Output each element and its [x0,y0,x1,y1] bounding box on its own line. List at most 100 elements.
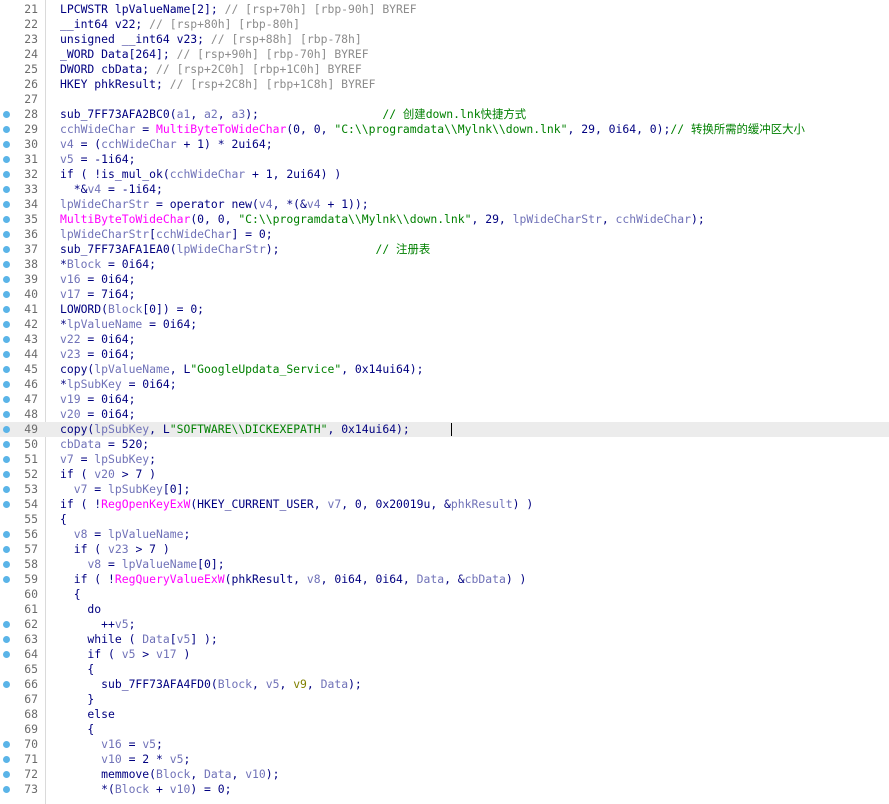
code-text[interactable]: v19 = 0i64; [60,392,135,407]
breakpoint-dot-icon[interactable] [3,456,10,463]
code-line-45[interactable]: 45 copy(lpValueName, L"GoogleUpdata_Servi… [0,362,889,377]
code-text[interactable]: do [60,602,101,617]
code-text[interactable]: *(Block + v10) = 0; [60,782,231,797]
breakpoint-dot-icon[interactable] [3,501,10,508]
code-line-71[interactable]: 71 v10 = 2 * v5; [0,752,889,767]
code-text[interactable]: v5 = -1i64; [60,152,135,167]
code-text[interactable]: v7 = lpSubKey[0]; [60,482,191,497]
code-text[interactable]: v8 = lpValueName[0]; [60,557,224,572]
code-text[interactable]: sub_7FF73AFA1EA0(lpWideCharStr); // 注册表 [60,242,430,257]
code-text[interactable]: LPCWSTR lpValueName[2]; // [rsp+70h] [rb… [60,2,417,17]
breakpoint-dot-icon[interactable] [3,471,10,478]
code-line-25[interactable]: 25 DWORD cbData; // [rsp+2C0h] [rbp+1C0h]… [0,62,889,77]
breakpoint-dot-icon[interactable] [3,756,10,763]
code-line-43[interactable]: 43 v22 = 0i64; [0,332,889,347]
code-line-53[interactable]: 53 v7 = lpSubKey[0]; [0,482,889,497]
code-line-42[interactable]: 42 *lpValueName = 0i64; [0,317,889,332]
breakpoint-dot-icon[interactable] [3,186,10,193]
code-text[interactable]: { [60,587,81,602]
code-line-23[interactable]: 23 unsigned __int64 v23; // [rsp+88h] [rb… [0,32,889,47]
breakpoint-dot-icon[interactable] [3,231,10,238]
code-text[interactable]: { [60,722,94,737]
code-text[interactable]: v23 = 0i64; [60,347,135,362]
code-text[interactable]: *lpValueName = 0i64; [60,317,197,332]
breakpoint-dot-icon[interactable] [3,771,10,778]
breakpoint-dot-icon[interactable] [3,651,10,658]
breakpoint-dot-icon[interactable] [3,381,10,388]
breakpoint-dot-icon[interactable] [3,246,10,253]
code-line-38[interactable]: 38 *Block = 0i64; [0,257,889,272]
code-line-26[interactable]: 26 HKEY phkResult; // [rsp+2C8h] [rbp+1C8… [0,77,889,92]
code-line-56[interactable]: 56 v8 = lpValueName; [0,527,889,542]
code-text[interactable]: { [60,662,94,677]
code-line-28[interactable]: 28 sub_7FF73AFA2BC0(a1, a2, a3); // 创建dow… [0,107,889,122]
code-line-66[interactable]: 66 sub_7FF73AFA4FD0(Block, v5, v9, Data)… [0,677,889,692]
code-line-41[interactable]: 41 LOWORD(Block[0]) = 0; [0,302,889,317]
code-text[interactable]: memmove(Block, Data, v10); [60,767,279,782]
code-line-40[interactable]: 40 v17 = 7i64; [0,287,889,302]
breakpoint-dot-icon[interactable] [3,351,10,358]
code-line-59[interactable]: 59 if ( !RegQueryValueExW(phkResult, v8,… [0,572,889,587]
breakpoint-dot-icon[interactable] [3,786,10,793]
code-text[interactable]: sub_7FF73AFA2BC0(a1, a2, a3); // 创建down.… [60,107,526,122]
code-text[interactable]: ++v5; [60,617,135,632]
code-line-57[interactable]: 57 if ( v23 > 7 ) [0,542,889,557]
code-line-30[interactable]: 30 v4 = (cchWideChar + 1) * 2ui64; [0,137,889,152]
code-text[interactable]: lpWideCharStr = operator new(v4, *(&v4 +… [60,197,369,212]
code-text[interactable]: v17 = 7i64; [60,287,135,302]
code-line-51[interactable]: 51 v7 = lpSubKey; [0,452,889,467]
code-text[interactable]: *&v4 = -1i64; [60,182,163,197]
code-line-52[interactable]: 52 if ( v20 > 7 ) [0,467,889,482]
breakpoint-dot-icon[interactable] [3,171,10,178]
code-line-65[interactable]: 65 { [0,662,889,677]
breakpoint-dot-icon[interactable] [3,441,10,448]
breakpoint-dot-icon[interactable] [3,216,10,223]
code-line-72[interactable]: 72 memmove(Block, Data, v10); [0,767,889,782]
code-line-46[interactable]: 46 *lpSubKey = 0i64; [0,377,889,392]
code-text[interactable]: { [60,512,67,527]
breakpoint-dot-icon[interactable] [3,111,10,118]
breakpoint-dot-icon[interactable] [3,396,10,403]
code-text[interactable]: __int64 v22; // [rsp+80h] [rbp-80h] [60,17,300,32]
code-line-55[interactable]: 55 { [0,512,889,527]
code-text[interactable]: LOWORD(Block[0]) = 0; [60,302,204,317]
breakpoint-dot-icon[interactable] [3,336,10,343]
code-line-31[interactable]: 31 v5 = -1i64; [0,152,889,167]
code-line-24[interactable]: 24 _WORD Data[264]; // [rsp+90h] [rbp-70h… [0,47,889,62]
code-text[interactable]: v8 = lpValueName; [60,527,191,542]
code-text[interactable]: cbData = 520; [60,437,149,452]
breakpoint-dot-icon[interactable] [3,531,10,538]
breakpoint-dot-icon[interactable] [3,681,10,688]
code-line-27[interactable]: 27 [0,92,889,107]
code-line-62[interactable]: 62 ++v5; [0,617,889,632]
code-text[interactable]: v22 = 0i64; [60,332,135,347]
code-line-73[interactable]: 73 *(Block + v10) = 0; [0,782,889,797]
code-text[interactable]: HKEY phkResult; // [rsp+2C8h] [rbp+1C8h]… [60,77,375,92]
code-text[interactable]: *lpSubKey = 0i64; [60,377,177,392]
code-text[interactable]: if ( !RegQueryValueExW(phkResult, v8, 0i… [60,572,527,587]
breakpoint-dot-icon[interactable] [3,156,10,163]
code-line-64[interactable]: 64 if ( v5 > v17 ) [0,647,889,662]
code-text[interactable]: } [60,692,94,707]
code-line-36[interactable]: 36 lpWideCharStr[cchWideChar] = 0; [0,227,889,242]
code-text[interactable]: v7 = lpSubKey; [60,452,156,467]
code-line-49[interactable]: 49 copy(lpSubKey, L"SOFTWARE\\DICKEXEPATH… [0,422,889,437]
breakpoint-dot-icon[interactable] [3,306,10,313]
code-text[interactable]: _WORD Data[264]; // [rsp+90h] [rbp-70h] … [60,47,369,62]
breakpoint-dot-icon[interactable] [3,486,10,493]
code-line-37[interactable]: 37 sub_7FF73AFA1EA0(lpWideCharStr); // 注册… [0,242,889,257]
breakpoint-dot-icon[interactable] [3,276,10,283]
breakpoint-dot-icon[interactable] [3,321,10,328]
code-text[interactable]: else [60,707,114,722]
code-text[interactable]: unsigned __int64 v23; // [rsp+88h] [rbp-… [60,32,362,47]
code-line-60[interactable]: 60 { [0,587,889,602]
code-text[interactable]: copy(lpSubKey, L"SOFTWARE\\DICKEXEPATH",… [60,422,410,437]
breakpoint-dot-icon[interactable] [3,741,10,748]
code-line-69[interactable]: 69 { [0,722,889,737]
code-text[interactable]: if ( v20 > 7 ) [60,467,156,482]
breakpoint-dot-icon[interactable] [3,546,10,553]
breakpoint-dot-icon[interactable] [3,411,10,418]
code-text[interactable]: v20 = 0i64; [60,407,135,422]
code-line-54[interactable]: 54 if ( !RegOpenKeyExW(HKEY_CURRENT_USER,… [0,497,889,512]
code-line-48[interactable]: 48 v20 = 0i64; [0,407,889,422]
